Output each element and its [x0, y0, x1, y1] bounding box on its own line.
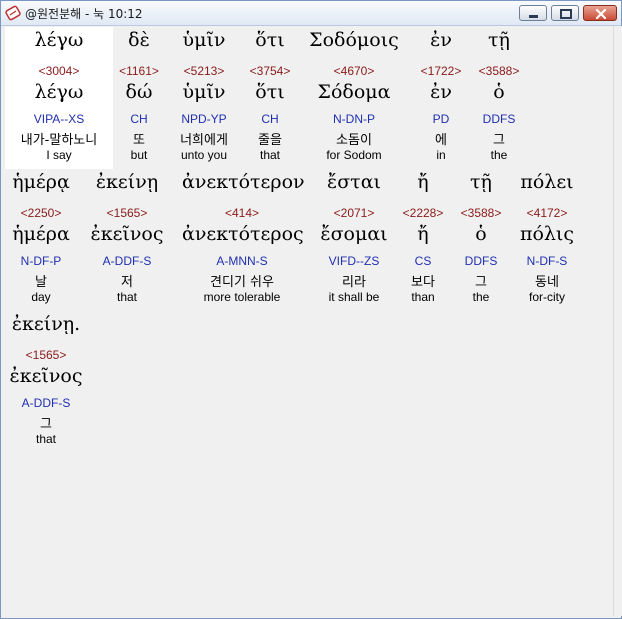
minimize-button[interactable]	[519, 5, 547, 21]
strong-number: <3588>	[478, 64, 520, 78]
lemma: πόλις	[519, 223, 575, 245]
close-icon	[595, 8, 607, 20]
lemma: ἐκεῖνος	[90, 223, 164, 245]
korean-gloss: 견디기 쉬우	[210, 275, 274, 290]
greek-word: ἐκείνῃ.	[11, 313, 81, 335]
korean-gloss: 저	[121, 275, 133, 290]
english-gloss: the	[490, 148, 508, 162]
maximize-icon	[560, 9, 572, 19]
minimize-icon	[529, 15, 538, 18]
app-icon[interactable]	[5, 5, 21, 21]
lemma: ἐκεῖνος	[9, 365, 83, 387]
strong-number: <414>	[224, 206, 260, 220]
greek-word: τῇ	[488, 29, 510, 51]
parsing-code: A-DDF-S	[102, 254, 152, 268]
korean-gloss: 동네	[535, 275, 559, 290]
maximize-button[interactable]	[551, 5, 579, 21]
greek-word: πόλει	[520, 171, 574, 193]
app-window: @원전분해 - 눅 10:12 λέγω <3004> λέγω VIPA--X…	[0, 0, 622, 619]
english-gloss: more tolerable	[203, 290, 281, 304]
parsing-code: N-DF-S	[526, 254, 568, 268]
korean-gloss: 그	[493, 133, 505, 148]
english-gloss: that	[35, 432, 56, 446]
parsing-code: A-MNN-S	[216, 254, 268, 268]
title-bar[interactable]: @원전분해 - 눅 10:12	[1, 1, 621, 26]
strong-number: <1565>	[106, 206, 148, 220]
interlinear-panel[interactable]: λέγω <3004> λέγω VIPA--XS 내가-말하노니 I say …	[2, 26, 613, 616]
lemma: ἀνεκτότερος	[182, 223, 304, 245]
lemma: ὁ	[493, 81, 505, 103]
parsing-code: A-DDF-S	[21, 396, 71, 410]
greek-word: ἐκείνῃ	[95, 171, 159, 193]
vertical-scrollbar[interactable]	[613, 26, 622, 616]
strong-number: <1565>	[25, 348, 67, 362]
korean-gloss: 그	[40, 417, 52, 432]
window-title: @원전분해 - 눅 10:12	[25, 7, 143, 21]
close-button[interactable]	[583, 5, 617, 21]
english-gloss: that	[116, 290, 137, 304]
parsing-code: DDFS	[482, 112, 516, 126]
english-gloss: for-city	[529, 290, 565, 304]
greek-word: ἀνεκτότερον	[182, 171, 305, 193]
strong-number: <4172>	[526, 206, 568, 220]
